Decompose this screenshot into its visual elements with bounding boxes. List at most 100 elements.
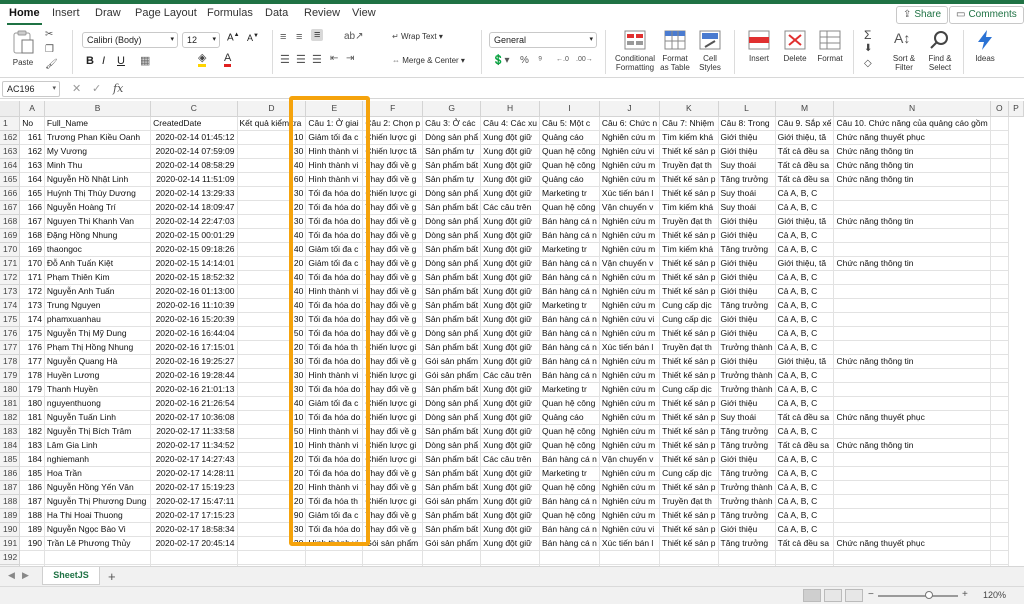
scroll-right-icon[interactable]: ▶ — [22, 570, 29, 581]
table-cell[interactable]: Thiết kế sản p — [659, 536, 719, 551]
row-header[interactable]: 180 — [0, 382, 21, 397]
table-cell[interactable]: Hình thành vi — [305, 284, 364, 299]
table-cell[interactable]: 188 — [19, 508, 45, 523]
table-cell[interactable] — [659, 550, 719, 565]
table-cell[interactable]: Tăng trưởng — [718, 172, 776, 187]
table-cell[interactable]: 30 — [237, 312, 307, 327]
table-cell[interactable]: Suy thoái — [718, 410, 776, 425]
table-cell[interactable]: Lâm Gia Linh — [44, 438, 152, 453]
row-header[interactable]: 185 — [0, 452, 21, 467]
header-cell[interactable]: Câu 2: Chọn p — [362, 116, 424, 131]
increase-indent-icon[interactable]: ⇥ — [346, 53, 354, 64]
table-cell[interactable] — [833, 312, 991, 327]
table-cell[interactable]: 163 — [19, 158, 45, 173]
number-format-select[interactable]: General ▾ — [489, 32, 597, 48]
table-cell[interactable]: Vận chuyển v — [599, 452, 661, 467]
underline-button[interactable]: U — [117, 55, 125, 67]
row-header[interactable]: 170 — [0, 242, 21, 257]
table-cell[interactable]: 40 — [237, 298, 307, 313]
table-cell[interactable]: Quảng cáo — [539, 410, 600, 425]
table-cell[interactable]: Giới thiệu — [718, 522, 776, 537]
table-cell[interactable] — [833, 494, 991, 509]
table-cell[interactable]: Xung đột giữ — [480, 298, 540, 313]
table-cell[interactable]: Cả A, B, C — [775, 200, 835, 215]
merge-center-button[interactable]: ⇔ Merge & Center ▾ — [392, 56, 465, 65]
borders-icon[interactable]: ▦ — [140, 54, 150, 67]
table-cell[interactable]: Giảm tối đa c — [305, 256, 364, 271]
accounting-icon[interactable]: 💲▾ — [492, 55, 509, 66]
table-cell[interactable]: Chức năng thông tin — [833, 256, 991, 271]
table-cell[interactable] — [150, 550, 238, 565]
table-cell[interactable]: Bán hàng cá n — [539, 326, 600, 341]
table-cell[interactable]: Hình thành vi — [305, 368, 364, 383]
column-header-a[interactable]: A — [19, 101, 45, 117]
table-cell[interactable]: Cả A, B, C — [775, 522, 835, 537]
select-all-corner[interactable] — [0, 101, 21, 117]
table-cell[interactable]: Gói sản phẩm — [422, 368, 482, 383]
table-cell[interactable]: 2020-02-17 15:19:23 — [150, 480, 238, 495]
table-cell[interactable]: Nghiên cứu m — [599, 480, 661, 495]
table-cell[interactable]: Tăng trưởng — [718, 298, 776, 313]
row-header[interactable]: 163 — [0, 144, 21, 159]
table-cell[interactable]: 174 — [19, 312, 45, 327]
table-cell[interactable]: Thay đổi về g — [362, 214, 424, 229]
row-header[interactable]: 177 — [0, 340, 21, 355]
table-cell[interactable]: 20 — [237, 466, 307, 481]
header-cell[interactable]: Full_Name — [44, 116, 152, 131]
table-cell[interactable]: Quan hệ công — [539, 438, 600, 453]
scroll-left-icon[interactable]: ◀ — [8, 570, 15, 581]
table-cell[interactable] — [539, 550, 600, 565]
table-cell[interactable]: Các câu trên — [480, 368, 540, 383]
table-cell[interactable]: 181 — [19, 410, 45, 425]
table-cell[interactable]: Cả A, B, C — [775, 326, 835, 341]
table-cell[interactable]: Tất cả đều sa — [775, 536, 835, 551]
table-cell[interactable]: 40 — [237, 270, 307, 285]
table-cell[interactable]: 166 — [19, 200, 45, 215]
table-cell[interactable]: 20 — [237, 452, 307, 467]
table-cell[interactable]: Dòng sản phẩ — [422, 410, 482, 425]
table-cell[interactable]: 2020-02-16 11:10:39 — [150, 298, 238, 313]
table-cell[interactable]: 162 — [19, 144, 45, 159]
table-cell[interactable] — [833, 284, 991, 299]
table-cell[interactable]: Thiết kế sản p — [659, 284, 719, 299]
table-cell[interactable]: Thiết kế sản p — [659, 480, 719, 495]
table-cell[interactable]: Huỳnh Thị Thùy Dương — [44, 186, 152, 201]
table-cell[interactable]: 2020-02-16 15:20:39 — [150, 312, 238, 327]
column-header-h[interactable]: H — [480, 101, 540, 117]
table-cell[interactable] — [833, 200, 991, 215]
table-cell[interactable]: Nghiên cứu m — [599, 130, 661, 145]
table-cell[interactable]: 90 — [237, 508, 307, 523]
format-cells-button[interactable]: Format — [815, 28, 845, 76]
table-cell[interactable]: Nguyễn Quang Hà — [44, 354, 152, 369]
table-cell[interactable]: Tăng trưởng — [718, 508, 776, 523]
table-cell[interactable]: Tăng trưởng — [718, 466, 776, 481]
table-cell[interactable]: 50 — [237, 424, 307, 439]
table-cell[interactable]: 2020-02-15 18:52:32 — [150, 270, 238, 285]
table-cell[interactable]: Thiết kế sản p — [659, 368, 719, 383]
table-cell[interactable] — [833, 270, 991, 285]
increase-font-icon[interactable]: A▲ — [227, 32, 240, 43]
table-cell[interactable]: Sản phẩm bất — [422, 158, 482, 173]
table-cell[interactable]: Trung Nguyen — [44, 298, 152, 313]
table-cell[interactable]: Xúc tiến bán l — [599, 186, 661, 201]
table-cell[interactable]: nguyenthuong — [44, 396, 152, 411]
table-cell[interactable]: Vận chuyển v — [599, 200, 661, 215]
table-cell[interactable]: Chiến lược gi — [362, 494, 424, 509]
table-cell[interactable] — [990, 256, 1009, 271]
table-cell[interactable]: Cả A, B, C — [775, 312, 835, 327]
table-cell[interactable]: Sản phẩm bất — [422, 452, 482, 467]
bold-button[interactable]: B — [86, 55, 94, 67]
table-cell[interactable]: Thay đổi về g — [362, 242, 424, 257]
table-cell[interactable]: Sản phẩm bất — [422, 242, 482, 257]
table-cell[interactable] — [990, 452, 1009, 467]
format-painter-icon[interactable]: 🖌 — [45, 59, 58, 70]
ideas-button[interactable]: Ideas — [970, 28, 1000, 76]
table-cell[interactable]: Chiến lược gi — [362, 410, 424, 425]
table-cell[interactable]: Hình thành vi — [305, 144, 364, 159]
row-header[interactable]: 166 — [0, 186, 21, 201]
table-cell[interactable]: Thiết kế sản p — [659, 326, 719, 341]
align-left-icon[interactable]: ☰ — [280, 53, 290, 66]
table-cell[interactable]: Nguyễn Hoàng Trí — [44, 200, 152, 215]
table-cell[interactable]: Marketing tr — [539, 466, 600, 481]
table-cell[interactable] — [833, 508, 991, 523]
